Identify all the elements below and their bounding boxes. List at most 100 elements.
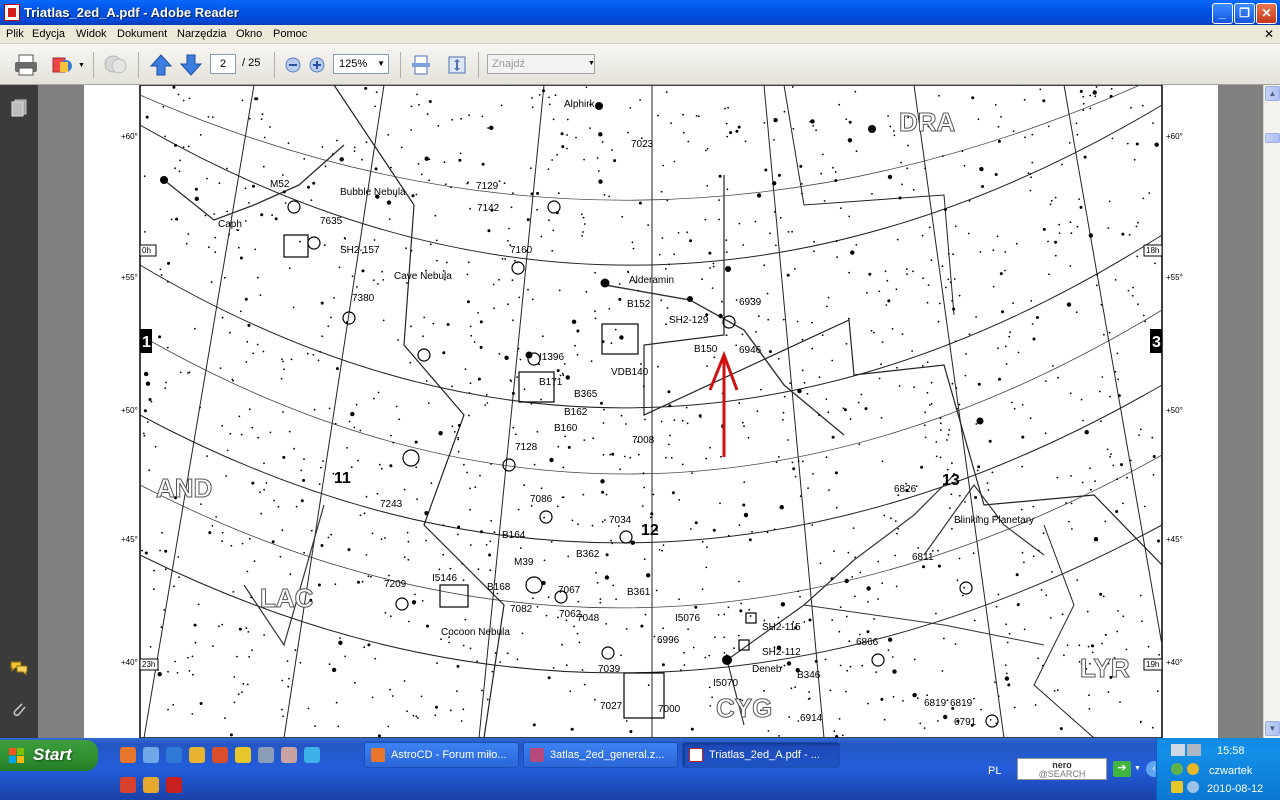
document-area[interactable]: DRA AND LAC LYR CYG 1 3 11 12 13 +60° +5… <box>38 85 1263 738</box>
media-player-icon[interactable] <box>189 747 205 763</box>
find-dropdown-icon[interactable]: ▼ <box>588 60 595 67</box>
app-icon[interactable] <box>120 777 136 793</box>
star <box>493 531 496 534</box>
dec-label: +60° <box>1166 132 1183 141</box>
restore-button[interactable]: ❐ <box>1234 3 1255 24</box>
star <box>388 218 391 221</box>
tray-app-icon[interactable] <box>1171 781 1183 793</box>
star <box>1126 142 1129 145</box>
zoom-select[interactable]: 125% ▼ <box>333 54 389 74</box>
internet-explorer-icon[interactable] <box>166 747 182 763</box>
go-arrow-icon[interactable]: ➔ <box>1113 761 1131 777</box>
fit-page-icon[interactable] <box>408 52 434 78</box>
tray-app-icon[interactable] <box>1187 763 1199 775</box>
page-number-input[interactable]: 2 <box>210 54 236 74</box>
star <box>811 524 814 526</box>
scroll-down-button[interactable]: ▼ <box>1265 721 1280 736</box>
star <box>1070 502 1073 505</box>
attachments-icon[interactable] <box>10 701 28 719</box>
firefox-icon[interactable] <box>120 747 136 763</box>
star <box>451 385 453 388</box>
star <box>493 307 495 310</box>
collaborate-icon <box>104 55 127 74</box>
share-dropdown-icon[interactable]: ▼ <box>78 62 85 69</box>
star <box>763 264 766 267</box>
menu-dokument[interactable]: Dokument <box>117 28 167 40</box>
star <box>859 571 862 574</box>
nero-search-box[interactable]: nero @SEARCH <box>1017 758 1107 780</box>
star <box>833 730 836 733</box>
star <box>845 690 847 693</box>
menu-narzedzia[interactable]: Narzędzia <box>177 28 227 40</box>
star <box>644 418 646 421</box>
star <box>997 593 1000 596</box>
print-icon[interactable] <box>13 52 39 78</box>
task-button-triatlas[interactable]: Triatlas_2ed_A.pdf - ... <box>682 742 840 768</box>
task-button-astrocd[interactable]: AstroCD - Forum miło... <box>364 742 519 768</box>
star <box>1121 232 1125 236</box>
star <box>1112 464 1115 467</box>
start-button[interactable]: Start <box>0 740 98 771</box>
document-close-icon[interactable]: ✕ <box>1264 27 1274 41</box>
close-button[interactable]: ✕ <box>1256 3 1277 24</box>
menu-plik[interactable]: Plik <box>6 28 24 40</box>
title-bar[interactable]: Triatlas_2ed_A.pdf - Adobe Reader _ ❐ ✕ <box>0 0 1280 25</box>
object-label: 7243 <box>380 499 403 510</box>
star <box>446 323 450 326</box>
star <box>573 625 575 628</box>
star <box>951 527 953 530</box>
search-dropdown-icon[interactable]: ▼ <box>1134 765 1141 772</box>
star <box>668 404 672 408</box>
star <box>941 670 944 672</box>
tray-app-icon[interactable] <box>1171 763 1183 775</box>
star <box>877 598 879 600</box>
pages-icon[interactable] <box>10 99 28 117</box>
comments-icon[interactable] <box>10 659 28 677</box>
menu-edycja[interactable]: Edycja <box>32 28 65 40</box>
star <box>543 516 545 519</box>
star <box>333 297 335 299</box>
zoom-dropdown-icon[interactable]: ▼ <box>377 55 385 73</box>
star <box>359 514 362 517</box>
app-icon[interactable] <box>281 747 297 763</box>
star <box>533 463 536 466</box>
network-icon[interactable] <box>1171 744 1185 756</box>
star <box>1015 573 1019 577</box>
zoom-out-icon[interactable] <box>280 52 306 78</box>
next-page-icon[interactable] <box>178 52 204 78</box>
chrome-icon[interactable] <box>235 747 251 763</box>
star <box>670 457 673 459</box>
scroll-thumb[interactable] <box>1265 133 1280 143</box>
star <box>449 709 452 712</box>
monitor-icon[interactable] <box>1187 744 1201 756</box>
adobe-reader-icon[interactable] <box>166 777 182 793</box>
app-icon[interactable] <box>143 747 159 763</box>
scroll-up-button[interactable]: ▲ <box>1265 86 1280 101</box>
app-icon[interactable] <box>258 747 274 763</box>
star <box>556 505 559 508</box>
full-screen-icon[interactable] <box>444 52 470 78</box>
star <box>411 194 415 198</box>
app-icon[interactable] <box>143 777 159 793</box>
app-icon[interactable] <box>212 747 228 763</box>
menu-pomoc[interactable]: Pomoc <box>273 28 307 40</box>
language-indicator[interactable]: PL <box>988 765 1001 777</box>
star <box>1066 644 1069 647</box>
star <box>1054 196 1057 199</box>
vertical-scrollbar[interactable]: ▲ ▼ <box>1263 85 1280 738</box>
star <box>1089 107 1092 110</box>
star <box>828 489 830 491</box>
tray-app-icon[interactable] <box>1187 781 1199 793</box>
find-input[interactable]: Znajdź <box>487 54 595 74</box>
star <box>566 134 568 136</box>
task-button-3atlas[interactable]: 3atlas_2ed_general.z... <box>523 742 678 768</box>
minimize-button[interactable]: _ <box>1212 3 1233 24</box>
menu-okno[interactable]: Okno <box>236 28 262 40</box>
share-icon[interactable] <box>50 52 76 78</box>
clock-time[interactable]: 15:58 <box>1217 745 1245 757</box>
star <box>767 730 770 732</box>
skype-icon[interactable] <box>304 747 320 763</box>
menu-widok[interactable]: Widok <box>76 28 107 40</box>
zoom-in-icon[interactable] <box>304 52 330 78</box>
previous-page-icon[interactable] <box>148 52 174 78</box>
